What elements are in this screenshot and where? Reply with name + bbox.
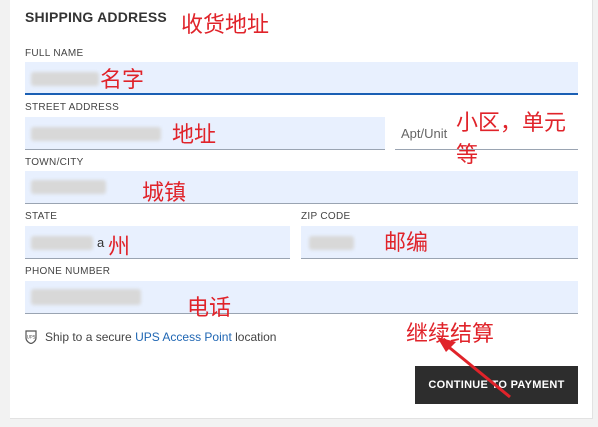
annotation-arrow-icon — [437, 337, 511, 399]
